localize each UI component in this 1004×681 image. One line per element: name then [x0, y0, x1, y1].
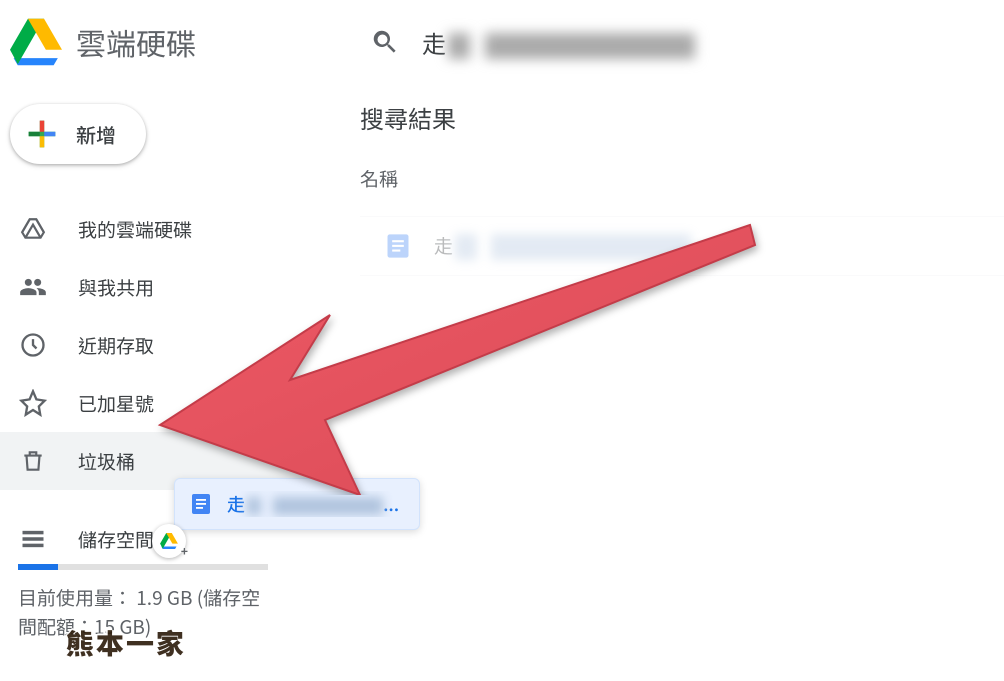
- sidebar-item-label: 我的雲端硬碟: [78, 216, 192, 243]
- storage-progress-bar: [18, 564, 268, 570]
- storage-label: 儲存空間: [78, 526, 154, 553]
- new-button[interactable]: 新增: [10, 104, 146, 164]
- search-icon: [370, 27, 400, 57]
- storage-progress-fill: [18, 564, 58, 570]
- watermark: 熊本一家: [66, 623, 186, 663]
- docs-icon: [189, 492, 213, 516]
- app-title: 雲端硬碟: [76, 20, 196, 64]
- drag-preview-chip: 走 ...: [174, 478, 420, 530]
- drive-icon: [18, 214, 48, 244]
- column-header-name: 名稱: [360, 165, 1004, 192]
- sidebar-item-label: 垃圾桶: [78, 448, 135, 475]
- logo-area[interactable]: 雲端硬碟: [10, 16, 370, 68]
- result-row[interactable]: 走: [360, 216, 1004, 276]
- sidebar-item-label: 與我共用: [78, 274, 154, 301]
- clock-icon: [18, 330, 48, 360]
- result-name: 走: [434, 232, 691, 261]
- people-icon: [18, 272, 48, 302]
- drive-logo-icon: [10, 16, 62, 68]
- sidebar-item-label: 近期存取: [78, 332, 154, 359]
- plus-icon: [22, 114, 62, 154]
- results-heading: 搜尋結果: [360, 100, 1004, 135]
- sidebar-item-mydrive[interactable]: 我的雲端硬碟: [0, 200, 320, 258]
- search-query-prefix: 走: [422, 25, 446, 60]
- drag-chip-label: 走 ...: [227, 491, 399, 517]
- new-button-label: 新增: [76, 120, 116, 149]
- drive-add-badge-icon: +: [152, 524, 186, 558]
- sidebar-item-shared[interactable]: 與我共用: [0, 258, 320, 316]
- storage-icon: [18, 524, 48, 554]
- trash-icon: [18, 446, 48, 476]
- search-query-text: 走: [422, 25, 695, 60]
- sidebar-item-label: 已加星號: [78, 390, 154, 417]
- search-bar[interactable]: 走: [370, 25, 1004, 60]
- docs-icon: [384, 232, 412, 260]
- star-icon: [18, 388, 48, 418]
- header: 雲端硬碟 走: [0, 0, 1004, 84]
- sidebar-item-recent[interactable]: 近期存取: [0, 316, 320, 374]
- main-content: 搜尋結果 名稱 走: [360, 100, 1004, 276]
- sidebar: 新增 我的雲端硬碟 與我共用 近期存取 已加星號 垃圾桶: [0, 96, 320, 641]
- sidebar-item-starred[interactable]: 已加星號: [0, 374, 320, 432]
